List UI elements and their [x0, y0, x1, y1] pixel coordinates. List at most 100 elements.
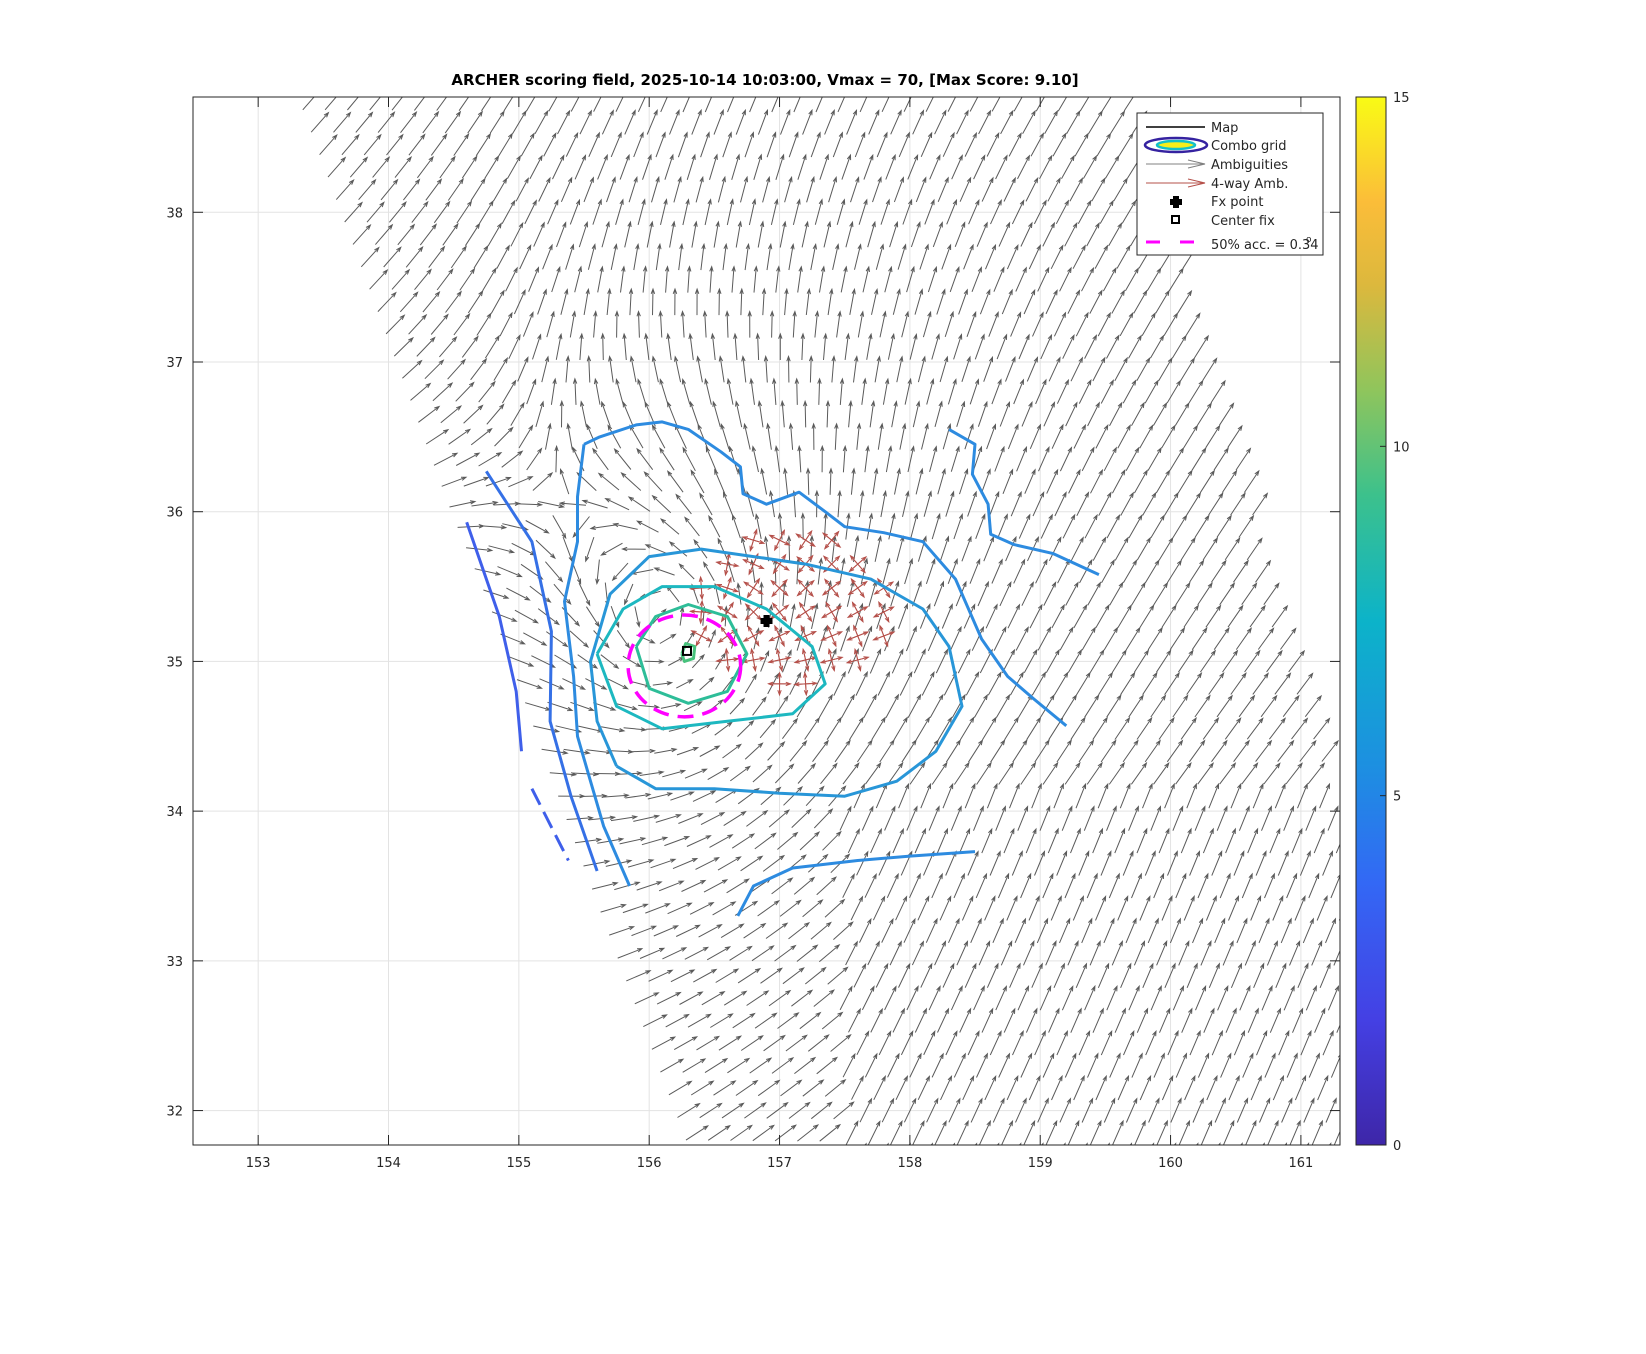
wind-arrow — [977, 400, 988, 427]
wind-arrow — [953, 513, 963, 540]
wind-arrow — [811, 422, 816, 450]
wind-arrow — [636, 447, 654, 470]
wind-arrow — [1213, 626, 1230, 650]
wind-arrow — [1191, 627, 1208, 651]
wind-arrow — [822, 830, 842, 851]
wind-arrow — [867, 940, 880, 966]
wind-arrow — [696, 1035, 721, 1051]
wind-arrow — [1061, 154, 1075, 179]
wind-arrow — [453, 132, 470, 156]
wind-arrow — [1177, 469, 1193, 494]
wind-arrow — [895, 1075, 909, 1101]
wind-arrow — [848, 1007, 861, 1033]
wind-arrow — [760, 467, 768, 495]
wind-arrow — [824, 1078, 847, 1097]
wind-arrow — [494, 426, 514, 447]
wind-arrow — [906, 265, 915, 293]
wind-arrow — [470, 177, 486, 202]
wind-arrow — [810, 921, 832, 940]
wind-arrow — [1090, 468, 1104, 494]
wind-arrow — [783, 467, 789, 495]
wind-arrow — [1167, 1029, 1179, 1056]
wind-arrow — [797, 762, 817, 784]
wind-arrow — [1114, 536, 1129, 561]
wind-arrow — [932, 221, 943, 248]
wind-arrow — [585, 678, 608, 690]
wind-arrow — [393, 336, 414, 357]
wind-arrow — [1113, 177, 1128, 202]
wind-arrow — [1011, 850, 1023, 876]
wind-arrow — [1203, 1007, 1215, 1033]
wind-arrow — [1220, 1052, 1232, 1078]
wind-arrow — [422, 290, 441, 313]
wind-arrow — [691, 220, 698, 248]
wind-arrow — [457, 524, 486, 529]
wind-arrow — [735, 400, 743, 428]
wind-arrow — [820, 762, 838, 785]
wind-arrow — [660, 703, 682, 709]
wind-arrow — [710, 1013, 734, 1028]
wind-arrow — [1338, 917, 1340, 921]
wind-arrow — [651, 424, 666, 449]
wind-arrow — [558, 501, 587, 506]
wind-arrow — [606, 287, 612, 316]
wind-arrow — [1031, 962, 1043, 988]
wind-arrow — [341, 133, 360, 156]
wind-arrow — [681, 377, 691, 405]
wind-arrow — [766, 131, 777, 158]
wind-arrow — [497, 566, 523, 578]
wind-arrow — [1092, 716, 1108, 740]
wind-arrow — [731, 833, 756, 849]
wind-arrow — [549, 772, 578, 777]
wind-arrow — [771, 877, 794, 895]
wind-arrow — [546, 310, 555, 338]
wind-arrow — [439, 155, 456, 179]
wind-arrow — [1106, 514, 1121, 539]
wind-arrow — [1028, 1074, 1041, 1101]
wind-arrow — [863, 693, 878, 718]
four-way-arrow — [723, 576, 732, 599]
wind-arrow — [898, 782, 910, 809]
wind-arrow — [836, 310, 842, 338]
wind-arrow — [1035, 378, 1047, 405]
wind-arrow — [690, 469, 705, 494]
wind-arrow — [771, 97, 779, 113]
wind-arrow — [559, 399, 564, 428]
wind-arrow — [1018, 693, 1033, 718]
wind-arrow — [981, 1007, 994, 1033]
wind-arrow — [914, 1007, 928, 1033]
wind-arrow — [471, 500, 499, 507]
wind-arrow — [948, 917, 960, 944]
wind-arrow — [1164, 962, 1176, 988]
wind-arrow — [1158, 716, 1175, 740]
wind-arrow — [1044, 109, 1059, 135]
wind-arrow — [402, 359, 423, 379]
wind-arrow — [979, 1119, 992, 1145]
wind-arrow — [1219, 762, 1237, 785]
wind-arrow — [983, 355, 993, 382]
wind-arrow — [696, 355, 703, 383]
wind-arrow — [1120, 671, 1136, 696]
wind-arrow — [677, 131, 688, 158]
wind-arrow — [515, 177, 529, 202]
wind-arrow — [991, 558, 1003, 584]
wind-arrow — [757, 400, 764, 428]
wind-arrow — [574, 265, 582, 293]
wind-arrow — [610, 131, 622, 158]
wind-arrow — [503, 97, 514, 112]
wind-arrow — [600, 903, 627, 913]
wind-arrow — [672, 287, 678, 316]
wind-arrow — [569, 630, 590, 649]
wind-arrow — [1089, 940, 1101, 966]
wind-arrow — [1255, 739, 1273, 762]
wind-arrow — [1111, 289, 1125, 314]
x-tick-label: 157 — [767, 1156, 792, 1171]
wind-arrow — [473, 244, 489, 269]
wind-arrow — [823, 332, 828, 361]
wind-arrow — [518, 424, 534, 449]
wind-arrow — [1084, 513, 1098, 539]
wind-arrow — [1103, 917, 1115, 944]
wind-arrow — [922, 310, 932, 338]
wind-arrow — [1328, 1142, 1332, 1145]
wind-arrow — [324, 97, 337, 111]
